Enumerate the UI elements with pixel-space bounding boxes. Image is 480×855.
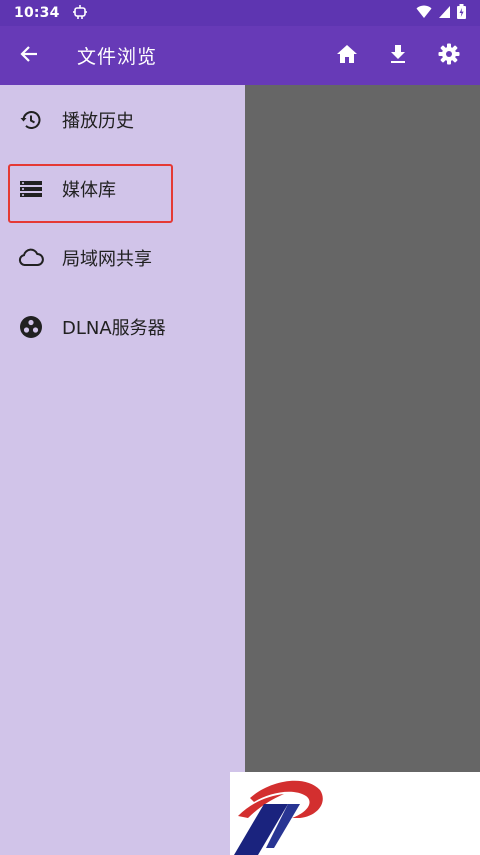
- watermark: [230, 772, 480, 855]
- highlight-box: [8, 164, 173, 223]
- dlna-icon: [18, 314, 44, 340]
- battery-charging-icon: [457, 3, 466, 23]
- home-button[interactable]: [321, 26, 372, 85]
- drawer-item-label: 局域网共享: [62, 248, 152, 270]
- drawer-item-label: 播放历史: [62, 110, 134, 132]
- arrow-back-icon: [19, 44, 39, 68]
- navigation-drawer: 播放历史 媒体库 局域网共享 DLNA服务器: [0, 85, 245, 855]
- settings-icon: [438, 43, 460, 69]
- download-button[interactable]: [372, 26, 423, 85]
- drawer-scrim[interactable]: [245, 85, 480, 772]
- drawer-item-dlna[interactable]: DLNA服务器: [0, 292, 245, 361]
- page-title: 文件浏览: [77, 46, 158, 68]
- download-icon: [389, 44, 407, 68]
- drawer-item-lan-share[interactable]: 局域网共享: [0, 223, 245, 292]
- status-icons: [416, 3, 466, 23]
- status-time: 10:34: [14, 5, 60, 21]
- cloud-icon: [18, 245, 44, 271]
- settings-button[interactable]: [423, 26, 474, 85]
- history-icon: [18, 107, 44, 133]
- status-bar: 10:34: [0, 0, 480, 26]
- wifi-icon: [416, 4, 432, 23]
- app-bar: 文件浏览: [0, 26, 480, 85]
- app-bar-actions: [321, 26, 474, 85]
- drawer-item-label: DLNA服务器: [62, 317, 166, 339]
- brand-logo-icon: [230, 780, 480, 855]
- drawer-item-history[interactable]: 播放历史: [0, 85, 245, 154]
- back-button[interactable]: [0, 26, 58, 85]
- signal-icon: [438, 4, 451, 23]
- screen: 10:34 文件浏览 播放历史 媒体库 局域网共享 DLNA服务器: [0, 0, 480, 855]
- home-icon: [336, 44, 358, 68]
- robot-icon: [72, 4, 88, 23]
